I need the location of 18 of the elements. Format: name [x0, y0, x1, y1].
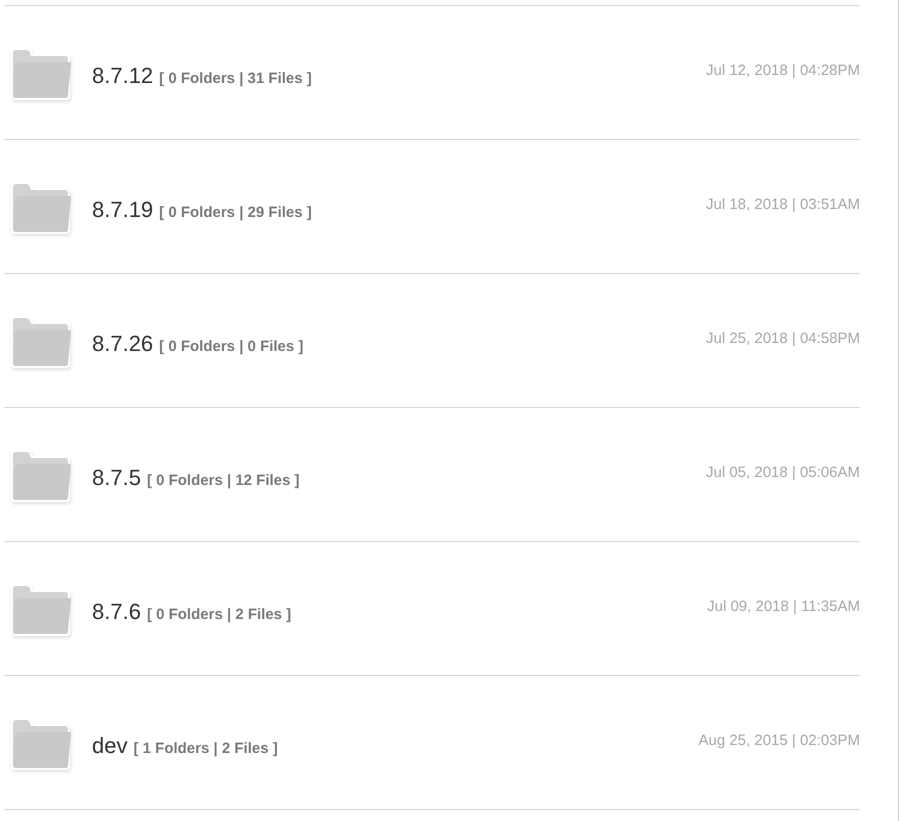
modified-date: Jul 18, 2018 | 03:51AM [706, 195, 860, 216]
folder-counts: [ 0 Folders | 0 Files ] [159, 337, 304, 357]
modified-date: Aug 25, 2015 | 02:03PM [698, 731, 860, 752]
folder-name[interactable]: 8.7.5 [92, 461, 141, 494]
folder-name[interactable]: dev [92, 729, 128, 762]
modified-date: Jul 09, 2018 | 11:35AM [707, 597, 860, 618]
folder-counts: [ 1 Folders | 2 Files ] [133, 739, 278, 759]
folder-counts: [ 0 Folders | 12 Files ] [146, 471, 300, 491]
folder-name[interactable]: 8.7.6 [92, 595, 141, 628]
folder-name[interactable]: 8.7.26 [92, 327, 154, 360]
modified-date: Jul 05, 2018 | 05:06AM [706, 463, 860, 484]
folder-name[interactable]: 8.7.19 [92, 193, 154, 226]
modified-date: Jul 25, 2018 | 04:58PM [706, 329, 860, 350]
modified-date: Jul 12, 2018 | 04:28PM [706, 61, 860, 82]
folder-counts: [ 0 Folders | 31 Files ] [159, 69, 312, 89]
folder-counts: [ 0 Folders | 2 Files ] [146, 605, 292, 625]
folder-name[interactable]: 8.7.12 [92, 59, 154, 92]
folder-counts: [ 0 Folders | 29 Files ] [159, 203, 312, 223]
